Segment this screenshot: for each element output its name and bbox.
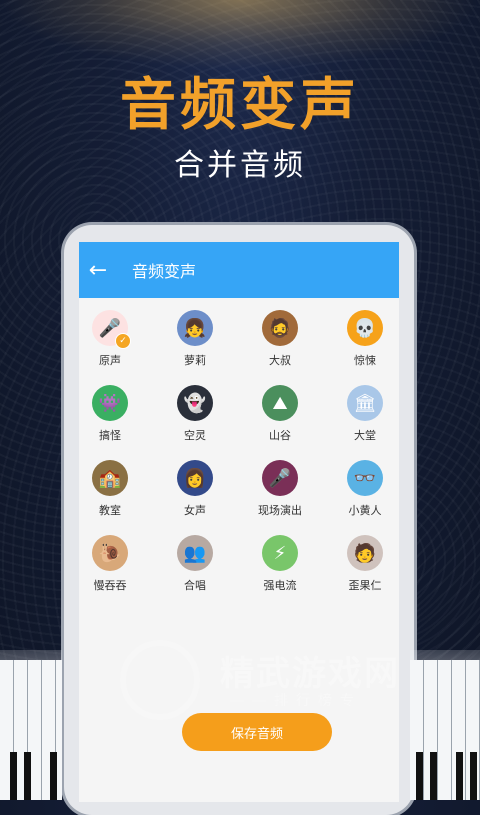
promo-headline: 音频变声	[120, 73, 360, 138]
selected-check-icon: ✓	[115, 333, 131, 349]
effect-avatar-icon[interactable]: 🎤	[262, 460, 298, 496]
effect-item[interactable]: 👓 小黄人	[330, 460, 399, 518]
effect-label: 空灵	[184, 429, 206, 442]
effect-label: 强电流	[263, 579, 297, 592]
effect-avatar-icon[interactable]: 🎤 ✓	[92, 310, 131, 349]
app-title: 音频变声	[132, 262, 197, 281]
effect-label: 惊悚	[354, 354, 376, 367]
effect-avatar-icon[interactable]: 👓	[347, 460, 383, 496]
effect-item[interactable]: 👧 萝莉	[160, 310, 230, 368]
effect-avatar-icon[interactable]: 👩	[177, 460, 213, 496]
effect-avatar-icon[interactable]: 👧	[177, 310, 213, 346]
effect-item[interactable]: 🏫 教室	[79, 460, 145, 518]
watermark: 精武游戏网 ——排行榜专	[120, 640, 460, 720]
effect-avatar-icon[interactable]: 🧔	[262, 310, 298, 346]
effect-item[interactable]: 👥 合唱	[160, 535, 230, 593]
black-key	[470, 752, 477, 800]
black-key	[416, 752, 423, 800]
effect-item[interactable]: ⚡ 强电流	[245, 535, 315, 593]
effect-label: 大堂	[354, 429, 376, 442]
effect-item[interactable]: ⛰ 山谷	[245, 385, 315, 443]
effect-avatar-icon[interactable]: 👥	[177, 535, 213, 571]
effect-label: 小黄人	[348, 504, 382, 517]
effect-label: 原声	[99, 354, 121, 367]
back-arrow-icon[interactable]: ←	[79, 258, 117, 283]
effect-avatar-icon[interactable]: ⛰	[262, 385, 298, 421]
watermark-logo-icon	[120, 640, 200, 720]
effect-label: 慢吞吞	[93, 579, 127, 592]
effect-avatar-icon[interactable]: 🏛	[347, 385, 383, 421]
piano-left-decoration	[0, 650, 62, 800]
black-key	[24, 752, 31, 800]
effect-label: 歪果仁	[348, 579, 382, 592]
effect-item[interactable]: 🧑 歪果仁	[330, 535, 399, 593]
effect-item[interactable]: 🎤 现场演出	[245, 460, 315, 518]
effect-label: 女声	[184, 504, 206, 517]
promo-subline: 合并音频	[174, 148, 306, 183]
effect-item[interactable]: 👩 女声	[160, 460, 230, 518]
effect-avatar-icon[interactable]: ⚡	[262, 535, 298, 571]
effect-item[interactable]: 💀 惊悚	[330, 310, 399, 368]
effect-avatar-icon[interactable]: 👻	[177, 385, 213, 421]
watermark-title: 精武游戏网	[220, 654, 400, 694]
effect-avatar-icon[interactable]: 👾	[92, 385, 128, 421]
effect-label: 教室	[99, 504, 121, 517]
effect-item[interactable]: 🏛 大堂	[330, 385, 399, 443]
watermark-subtitle: ——排行榜专	[230, 693, 362, 709]
effect-item[interactable]: 🎤 ✓ 原声	[79, 310, 145, 368]
effect-label: 萝莉	[184, 354, 206, 367]
effect-item[interactable]: 🧔 大叔	[245, 310, 315, 368]
black-key	[456, 752, 463, 800]
effect-avatar-icon[interactable]: 💀	[347, 310, 383, 346]
effect-label: 现场演出	[258, 504, 302, 517]
piano-right-decoration	[410, 650, 480, 800]
black-key	[50, 752, 57, 800]
effect-item[interactable]: 👻 空灵	[160, 385, 230, 443]
effect-avatar-icon[interactable]: 🏫	[92, 460, 128, 496]
effect-label: 合唱	[184, 579, 206, 592]
black-key	[10, 752, 17, 800]
effect-avatar-icon[interactable]: 🧑	[347, 535, 383, 571]
app-bar: ← 音频变声	[79, 242, 399, 298]
effect-label: 搞怪	[99, 429, 121, 442]
phone-frame: ← 音频变声 🎤 ✓ 原声 👧 萝莉 🧔 大叔 💀 惊悚 👾 搞怪 👻 空灵 ⛰ 山谷 🏛 大堂 🏫 教室 👩 女声 🎤 现…	[64, 225, 414, 815]
effect-item[interactable]: 🐌 慢吞吞	[79, 535, 145, 593]
effect-avatar-icon[interactable]: 🐌	[92, 535, 128, 571]
black-key	[430, 752, 437, 800]
effect-label: 山谷	[269, 429, 291, 442]
effect-item[interactable]: 👾 搞怪	[79, 385, 145, 443]
effect-label: 大叔	[269, 354, 291, 367]
